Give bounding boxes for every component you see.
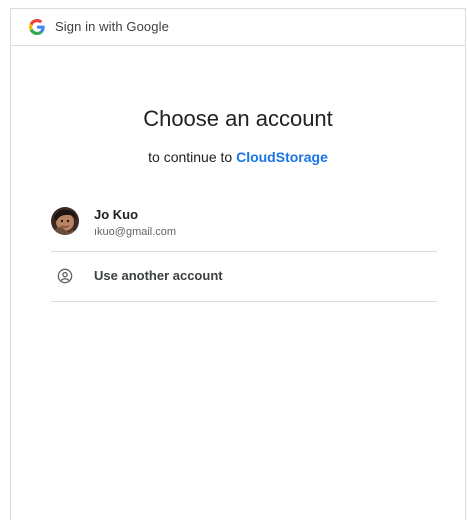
- account-email: ıkuo@gmail.com: [94, 226, 177, 238]
- subtitle-prefix: to continue to: [148, 149, 233, 165]
- use-another-account-label: Use another account: [94, 268, 223, 283]
- account-name: Jo Kuo: [94, 207, 139, 222]
- sign-in-dialog: Sign in with Google Choose an account to…: [10, 8, 466, 520]
- header-title: Sign in with Google: [55, 19, 169, 34]
- avatar: [51, 207, 79, 235]
- account-item[interactable]: Jo Kuo ıkuo@gmail.com: [51, 199, 437, 252]
- use-another-account-item[interactable]: Use another account: [51, 251, 437, 302]
- page-subtitle: to continue to CloudStorage: [11, 149, 465, 165]
- page-title: Choose an account: [143, 106, 333, 131]
- account-circle-icon: [57, 268, 73, 284]
- google-g-icon: [29, 19, 45, 35]
- app-name-link[interactable]: CloudStorage: [236, 149, 328, 165]
- dialog-header: Sign in with Google: [11, 9, 465, 46]
